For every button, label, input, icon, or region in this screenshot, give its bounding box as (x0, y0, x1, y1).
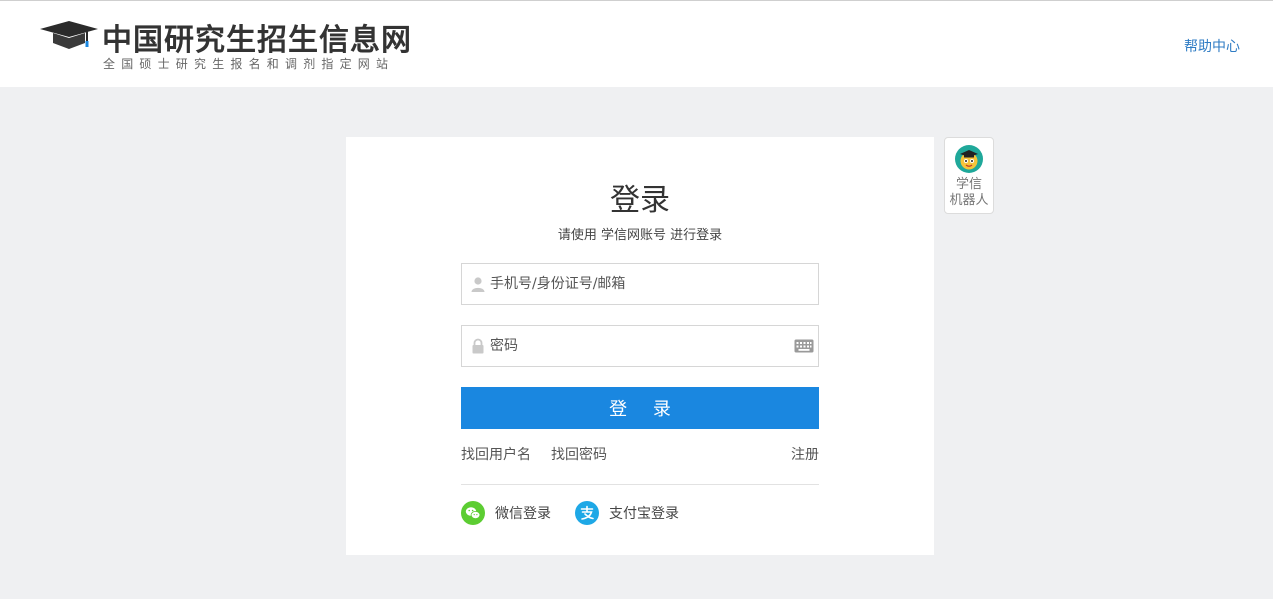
wechat-login-button[interactable]: 微信登录 (461, 501, 551, 525)
username-input[interactable] (490, 264, 790, 304)
login-button[interactable]: 登 录 (461, 387, 819, 429)
username-field (461, 263, 819, 305)
wechat-icon (461, 501, 485, 525)
xuexin-robot-button[interactable]: 学信 机器人 (944, 137, 994, 214)
keyboard-icon[interactable] (794, 338, 814, 354)
alipay-icon (575, 501, 599, 525)
login-subtitle: 请使用 学信网账号 进行登录 (557, 228, 723, 243)
robot-label: 学信 机器人 (945, 177, 993, 209)
robot-avatar-icon (955, 145, 983, 173)
lock-icon (472, 338, 484, 354)
alipay-login-label: 支付宝登录 (609, 506, 679, 522)
login-card: 登录 请使用 学信网账号 进行登录 登 录 (346, 137, 934, 555)
robot-label-line2: 机器人 (949, 193, 989, 208)
password-input[interactable] (490, 326, 790, 366)
alipay-login-button[interactable]: 支付宝登录 (575, 501, 679, 525)
help-center-link[interactable]: 帮助中心 (1184, 36, 1240, 56)
forgot-password-link[interactable]: 找回密码 (551, 444, 607, 464)
user-icon (471, 277, 485, 292)
wechat-login-label: 微信登录 (495, 506, 551, 522)
divider (461, 484, 819, 485)
account-links: 找回用户名 找回密码 注册 (461, 444, 819, 464)
graduation-cap-icon (40, 21, 98, 49)
login-title: 登录 (610, 183, 670, 218)
forgot-username-link[interactable]: 找回用户名 (461, 444, 531, 464)
password-field (461, 325, 819, 367)
site-header: 中国研究生招生信息网 全国硕士研究生报名和调剂指定网站 帮助中心 (0, 0, 1273, 87)
logo-subtitle: 全国硕士研究生报名和调剂指定网站 (103, 57, 395, 71)
robot-label-line1: 学信 (955, 177, 982, 192)
logo-title: 中国研究生招生信息网 (102, 23, 412, 58)
register-link[interactable]: 注册 (791, 444, 819, 464)
